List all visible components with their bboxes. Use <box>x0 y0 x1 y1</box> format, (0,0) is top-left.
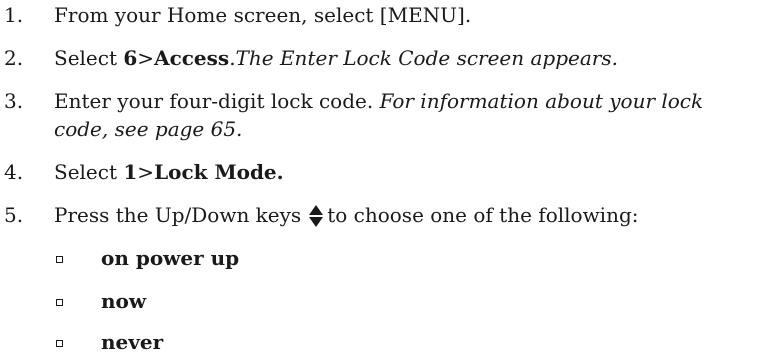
checkbox-bullet-icon <box>56 299 63 306</box>
step-text-plain: Select <box>54 160 124 184</box>
step-text-plain: Select <box>54 46 124 70</box>
step-text-plain: Enter your four-digit lock code. <box>54 89 380 113</box>
step-number: 5. <box>4 203 24 227</box>
step-number: 1. <box>4 3 24 27</box>
step-text: Select 1>Lock Mode. <box>54 159 284 185</box>
checkbox-bullet-icon <box>56 256 63 263</box>
option-now: now <box>101 289 147 313</box>
menu-item-lock-mode: Lock Mode. <box>154 160 284 184</box>
step-note-line-2: code, see page 65. <box>54 117 243 141</box>
instruction-document: 1. From your Home screen, select [MENU].… <box>0 0 774 359</box>
separator: > <box>137 46 155 70</box>
menu-item-access: Access <box>154 46 230 70</box>
menu-number: 6 <box>123 46 138 70</box>
step-number: 2. <box>4 46 24 70</box>
up-down-arrows-icon <box>307 204 325 228</box>
step-number: 3. <box>4 89 24 113</box>
step-note: The Enter Lock Code screen appears. <box>235 46 618 70</box>
step-text-continued: to choose one of the following: <box>327 203 639 227</box>
step-number: 4. <box>4 160 24 184</box>
step-text: Press the Up/Down keys to choose one of t… <box>54 202 639 228</box>
step-note-line-1: For information about your lock <box>379 89 704 113</box>
separator: > <box>137 160 155 184</box>
menu-number: 1 <box>123 160 138 184</box>
step-text-plain: Press the Up/Down keys <box>54 203 302 227</box>
option-on-power-up: on power up <box>101 246 240 270</box>
checkbox-bullet-icon <box>56 340 63 347</box>
step-text: Enter your four-digit lock code. For inf… <box>54 88 703 114</box>
option-never: never <box>101 330 164 354</box>
step-text: Select 6>Access.The Enter Lock Code scre… <box>54 45 618 71</box>
step-text: From your Home screen, select [MENU]. <box>54 3 472 27</box>
